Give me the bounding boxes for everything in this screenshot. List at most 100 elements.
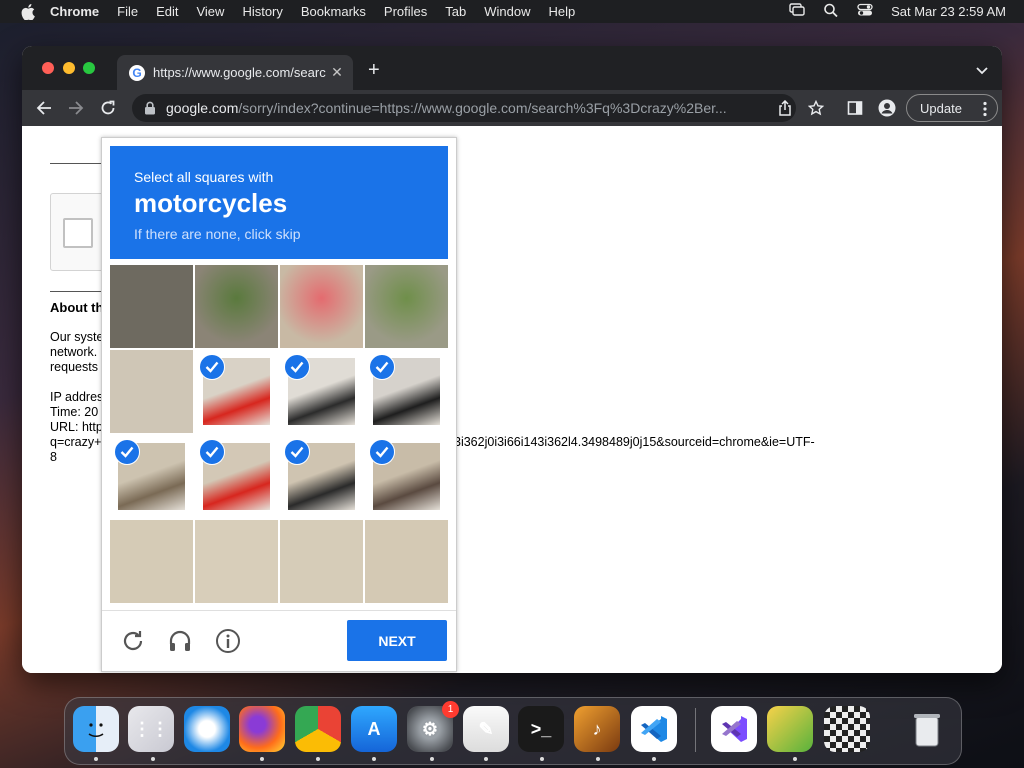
captcha-tile[interactable]: [195, 520, 278, 603]
captcha-tile[interactable]: [195, 350, 278, 433]
system-settings-icon[interactable]: ⚙ 1: [407, 701, 459, 752]
google-favicon-icon: G: [129, 64, 145, 81]
tab-search-chevron-icon[interactable]: [976, 62, 988, 80]
address-bar[interactable]: google.com /sorry/index?continue=https:/…: [132, 94, 796, 122]
chrome-icon[interactable]: [295, 706, 341, 752]
menu-history[interactable]: History: [242, 4, 282, 19]
captcha-tile[interactable]: [365, 265, 448, 348]
spotlight-search-icon[interactable]: [823, 3, 839, 20]
zoom-window-button[interactable]: [83, 62, 95, 74]
running-app-indicator: [596, 757, 600, 761]
menu-bar: Chrome File Edit View History Bookmarks …: [0, 0, 1024, 23]
tab-close-icon[interactable]: ✕: [329, 64, 345, 81]
captcha-tile[interactable]: [280, 350, 363, 433]
textedit-icon[interactable]: ✎: [463, 706, 509, 752]
tab-google-search[interactable]: G https://www.google.com/searc ✕: [117, 55, 353, 90]
share-icon[interactable]: [776, 99, 794, 117]
footer-divider: [102, 610, 456, 611]
captcha-tile[interactable]: [365, 350, 448, 433]
more-menu-icon[interactable]: [983, 101, 987, 120]
url-end-line: 8: [50, 450, 57, 464]
app-store-icon[interactable]: A: [351, 706, 397, 752]
bookmark-star-icon[interactable]: [807, 99, 825, 117]
vscode-icon[interactable]: [631, 706, 677, 752]
terminal-icon[interactable]: >_: [518, 706, 564, 752]
apple-icon[interactable]: [20, 3, 36, 20]
menu-view[interactable]: View: [196, 4, 224, 19]
captcha-image-grid: [110, 265, 448, 603]
control-center-icon[interactable]: [857, 3, 873, 20]
paragraph-line: Our syste: [50, 330, 104, 344]
menu-help[interactable]: Help: [549, 4, 576, 19]
captcha-tile[interactable]: [365, 435, 448, 518]
trash-icon[interactable]: [904, 706, 950, 752]
menu-clock[interactable]: Sat Mar 23 2:59 AM: [891, 4, 1006, 19]
running-app-indicator: [540, 757, 544, 761]
finder-icon[interactable]: [73, 706, 119, 752]
close-window-button[interactable]: [42, 62, 54, 74]
running-app-indicator: [652, 757, 656, 761]
captcha-tile[interactable]: [195, 265, 278, 348]
paragraph-line: network.: [50, 345, 98, 359]
running-app-indicator: [484, 757, 488, 761]
side-panel-icon[interactable]: [846, 99, 864, 117]
lock-icon[interactable]: [144, 101, 158, 115]
chess-icon[interactable]: [824, 706, 870, 752]
next-button[interactable]: NEXT: [347, 620, 447, 661]
tile-selected-check-icon: [284, 354, 310, 380]
menu-bookmarks[interactable]: Bookmarks: [301, 4, 366, 19]
menu-tab[interactable]: Tab: [445, 4, 466, 19]
menu-window[interactable]: Window: [484, 4, 530, 19]
captcha-tile[interactable]: [280, 435, 363, 518]
menu-app-name[interactable]: Chrome: [50, 4, 99, 19]
captcha-tile[interactable]: [110, 520, 193, 603]
menu-edit[interactable]: Edit: [156, 4, 178, 19]
tile-selected-check-icon: [199, 439, 225, 465]
screen-mirror-icon[interactable]: [789, 3, 805, 20]
audio-challenge-headphones-icon[interactable]: [167, 628, 193, 654]
captcha-tile-image: [110, 265, 193, 348]
captcha-tile[interactable]: [365, 520, 448, 603]
captcha-tile[interactable]: [110, 350, 193, 433]
tile-selected-check-icon: [114, 439, 140, 465]
minimize-window-button[interactable]: [63, 62, 75, 74]
captcha-challenge-dialog: Select all squares with motorcycles If t…: [101, 137, 457, 672]
time-line: Time: 20: [50, 405, 99, 419]
captcha-tile[interactable]: [280, 520, 363, 603]
game-app-icon[interactable]: [767, 706, 813, 752]
recaptcha-checkbox[interactable]: [63, 218, 93, 248]
url-line: URL: http: [50, 420, 103, 434]
update-label: Update: [920, 100, 962, 116]
url-host: google.com: [166, 100, 239, 116]
captcha-tile[interactable]: [280, 265, 363, 348]
tile-selected-check-icon: [369, 439, 395, 465]
update-button[interactable]: Update: [906, 94, 998, 122]
profile-avatar-icon[interactable]: [878, 99, 896, 117]
reload-challenge-icon[interactable]: [120, 628, 146, 654]
running-app-indicator: [793, 757, 797, 761]
captcha-tile[interactable]: [110, 265, 193, 348]
visual-studio-icon[interactable]: [711, 706, 757, 752]
forward-arrow-icon[interactable]: [67, 99, 85, 117]
tile-selected-check-icon: [284, 439, 310, 465]
launchpad-icon[interactable]: ⋮⋮: [128, 706, 174, 752]
info-icon[interactable]: [215, 628, 241, 654]
menu-file[interactable]: File: [117, 4, 138, 19]
skip-hint: If there are none, click skip: [134, 226, 301, 242]
garageband-icon[interactable]: ♪: [574, 706, 620, 752]
back-arrow-icon[interactable]: [35, 99, 53, 117]
captcha-tile-image: [110, 350, 193, 433]
dock-separator: [695, 708, 696, 752]
captcha-tile-image: [195, 265, 278, 348]
firefox-icon[interactable]: [239, 706, 285, 752]
browser-toolbar: google.com /sorry/index?continue=https:/…: [22, 90, 1002, 126]
captcha-tile[interactable]: [110, 435, 193, 518]
captcha-tile[interactable]: [195, 435, 278, 518]
menu-profiles[interactable]: Profiles: [384, 4, 427, 19]
ip-address-line: IP addres: [50, 390, 104, 404]
new-tab-button[interactable]: +: [368, 60, 380, 80]
safari-icon[interactable]: ✧: [184, 706, 230, 752]
reload-icon[interactable]: [99, 99, 117, 117]
running-app-indicator: [316, 757, 320, 761]
paragraph-line: requests: [50, 360, 98, 374]
